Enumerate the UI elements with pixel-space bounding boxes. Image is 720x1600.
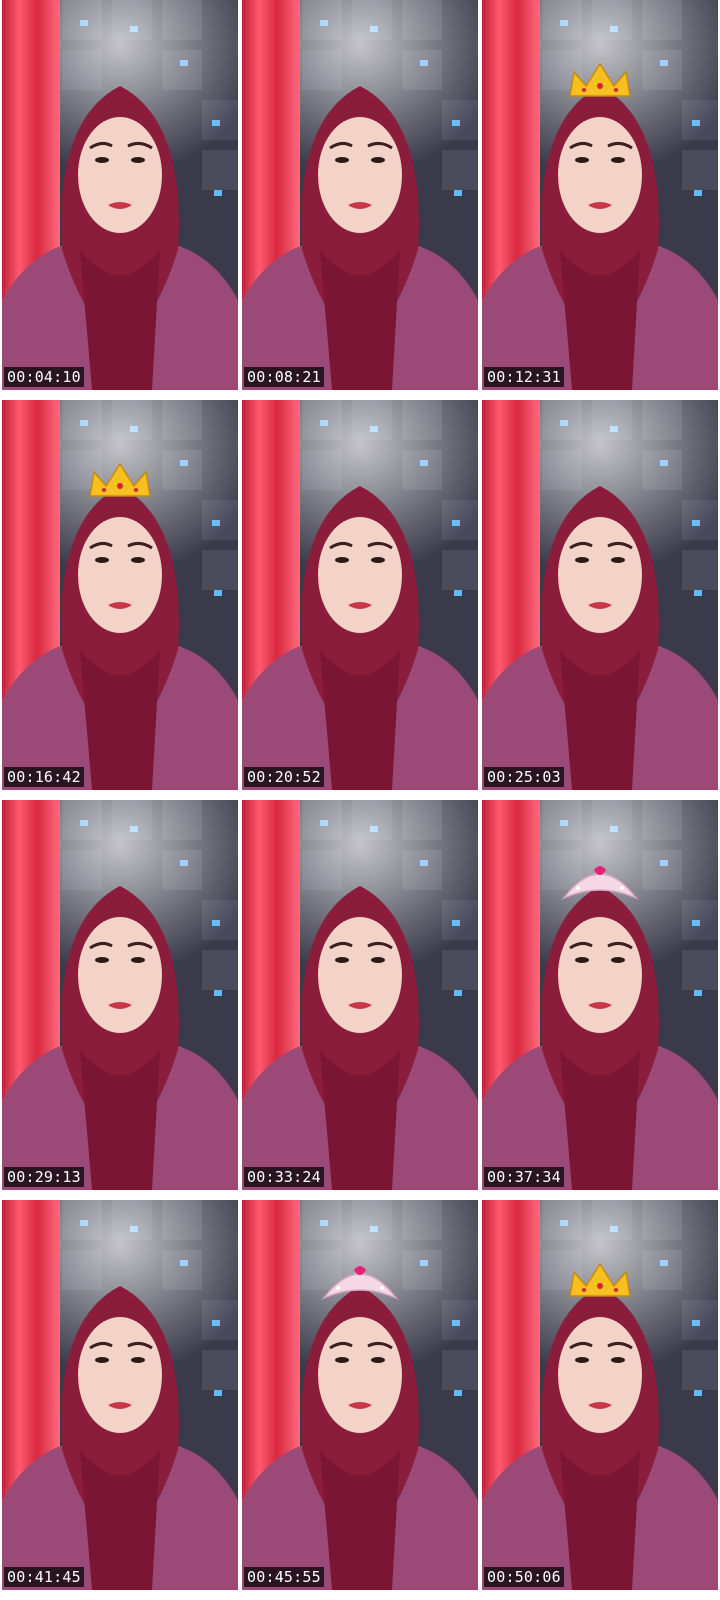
timestamp-label: 00:45:55 — [244, 1567, 324, 1587]
timestamp-label: 00:41:45 — [4, 1567, 84, 1587]
right-eye — [131, 157, 145, 163]
thumbnail-grid: 00:04:10 00:08:21 00:12:31 00:16:42 00:2… — [0, 0, 720, 1600]
right-eye — [371, 1357, 385, 1363]
face — [318, 917, 402, 1033]
video-thumbnail[interactable]: 00:20:52 — [242, 400, 478, 790]
video-frame — [242, 1200, 478, 1590]
timestamp-label: 00:08:21 — [244, 367, 324, 387]
video-thumbnail[interactable]: 00:41:45 — [2, 1200, 238, 1590]
video-frame — [2, 0, 238, 390]
timestamp-label: 00:12:31 — [484, 367, 564, 387]
timestamp-label: 00:50:06 — [484, 1567, 564, 1587]
right-eye — [371, 557, 385, 563]
video-thumbnail[interactable]: 00:16:42 — [2, 400, 238, 790]
video-thumbnail[interactable]: 00:29:13 — [2, 800, 238, 1190]
left-eye — [575, 1357, 589, 1363]
video-frame — [482, 1200, 718, 1590]
right-eye — [611, 157, 625, 163]
video-frame — [2, 400, 238, 790]
video-thumbnail[interactable]: 00:45:55 — [242, 1200, 478, 1590]
face — [558, 917, 642, 1033]
left-eye — [95, 1357, 109, 1363]
face — [558, 1317, 642, 1433]
video-frame — [482, 0, 718, 390]
video-frame — [2, 1200, 238, 1590]
video-frame — [242, 800, 478, 1190]
face — [318, 117, 402, 233]
left-eye — [335, 557, 349, 563]
timestamp-label: 00:33:24 — [244, 1167, 324, 1187]
right-eye — [611, 557, 625, 563]
right-eye — [611, 1357, 625, 1363]
face — [558, 117, 642, 233]
right-eye — [611, 957, 625, 963]
video-thumbnail[interactable]: 00:08:21 — [242, 0, 478, 390]
right-eye — [131, 1357, 145, 1363]
face — [78, 917, 162, 1033]
left-eye — [335, 957, 349, 963]
video-frame — [482, 800, 718, 1190]
face — [318, 517, 402, 633]
right-eye — [131, 957, 145, 963]
left-eye — [575, 557, 589, 563]
face — [558, 517, 642, 633]
video-thumbnail[interactable]: 00:33:24 — [242, 800, 478, 1190]
face — [78, 517, 162, 633]
left-eye — [95, 557, 109, 563]
left-eye — [95, 157, 109, 163]
right-eye — [131, 557, 145, 563]
face — [318, 1317, 402, 1433]
timestamp-label: 00:37:34 — [484, 1167, 564, 1187]
timestamp-label: 00:04:10 — [4, 367, 84, 387]
timestamp-label: 00:20:52 — [244, 767, 324, 787]
left-eye — [575, 157, 589, 163]
video-thumbnail[interactable]: 00:37:34 — [482, 800, 718, 1190]
video-thumbnail[interactable]: 00:12:31 — [482, 0, 718, 390]
video-thumbnail[interactable]: 00:04:10 — [2, 0, 238, 390]
timestamp-label: 00:29:13 — [4, 1167, 84, 1187]
timestamp-label: 00:25:03 — [484, 767, 564, 787]
left-eye — [335, 157, 349, 163]
face — [78, 1317, 162, 1433]
right-eye — [371, 957, 385, 963]
video-frame — [482, 400, 718, 790]
video-frame — [242, 400, 478, 790]
video-frame — [242, 0, 478, 390]
face — [78, 117, 162, 233]
left-eye — [95, 957, 109, 963]
left-eye — [575, 957, 589, 963]
video-thumbnail[interactable]: 00:25:03 — [482, 400, 718, 790]
right-eye — [371, 157, 385, 163]
left-eye — [335, 1357, 349, 1363]
video-thumbnail[interactable]: 00:50:06 — [482, 1200, 718, 1590]
timestamp-label: 00:16:42 — [4, 767, 84, 787]
video-frame — [2, 800, 238, 1190]
